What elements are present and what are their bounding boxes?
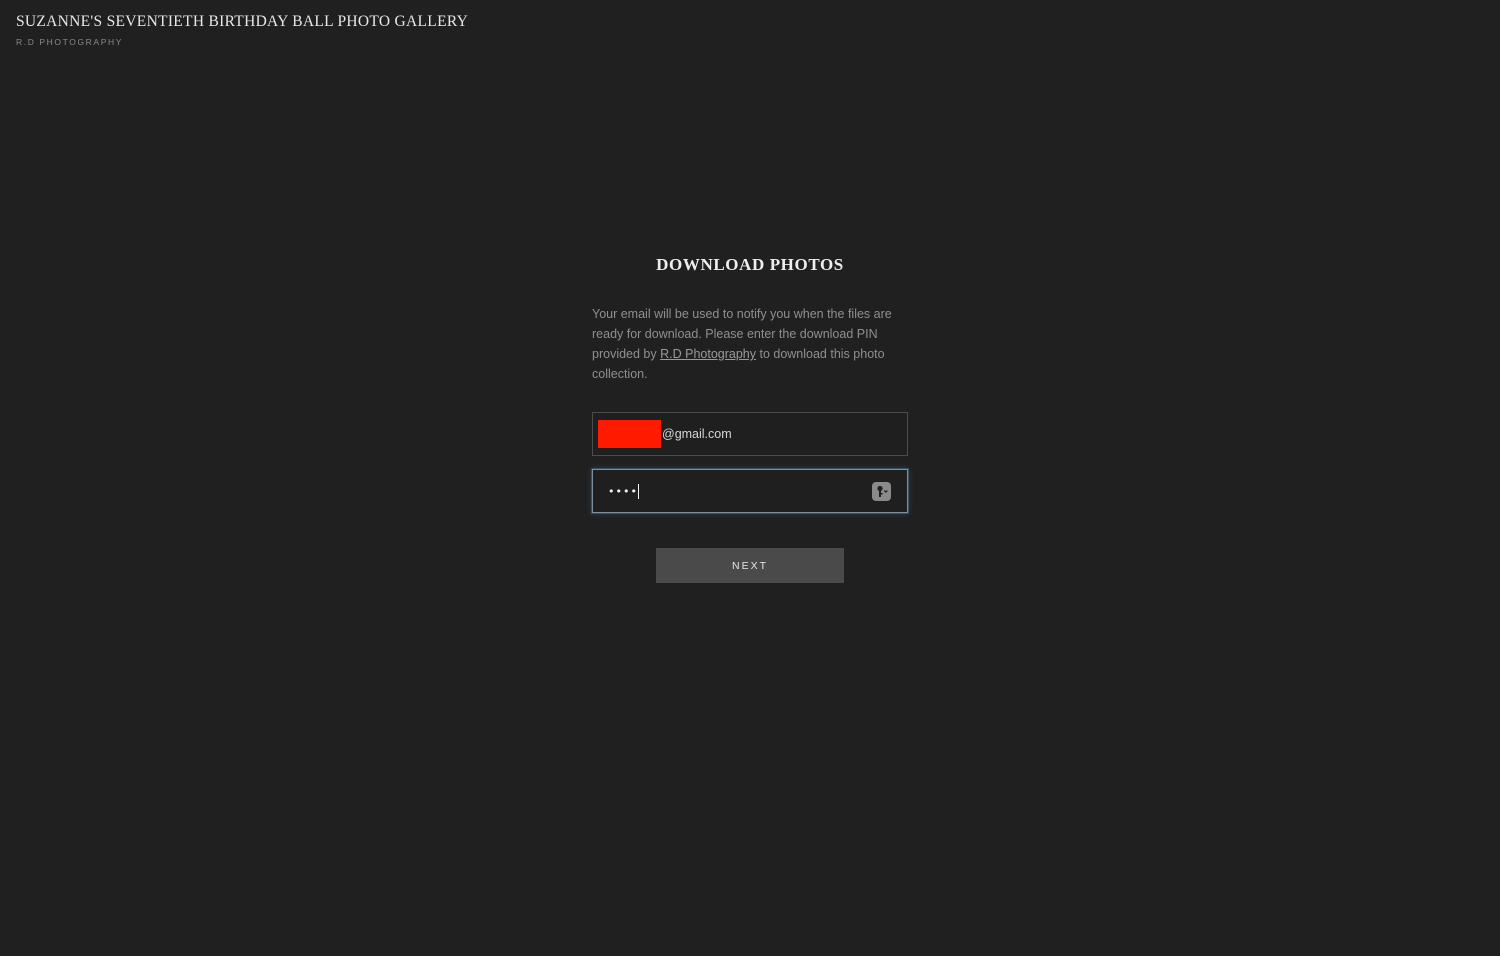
email-field[interactable]: @gmail.com <box>592 412 908 456</box>
photographer-link[interactable]: R.D Photography <box>660 347 756 361</box>
pin-field[interactable]: •••• <box>592 469 908 513</box>
gallery-header: SUZANNE'S SEVENTIETH BIRTHDAY BALL PHOTO… <box>16 13 468 47</box>
download-panel: DOWNLOAD PHOTOS Your email will be used … <box>592 254 908 583</box>
text-caret <box>637 483 640 499</box>
redacted-block <box>598 420 661 448</box>
gallery-title: SUZANNE'S SEVENTIETH BIRTHDAY BALL PHOTO… <box>16 13 469 30</box>
photographer-name: R.D PHOTOGRAPHY <box>16 37 123 47</box>
next-button[interactable]: NEXT <box>656 548 844 583</box>
pin-value: •••• <box>608 484 638 498</box>
download-title: DOWNLOAD PHOTOS <box>656 255 844 274</box>
download-description: Your email will be used to notify you wh… <box>592 304 902 384</box>
password-key-icon[interactable] <box>872 482 891 501</box>
email-value: @gmail.com <box>662 427 732 441</box>
